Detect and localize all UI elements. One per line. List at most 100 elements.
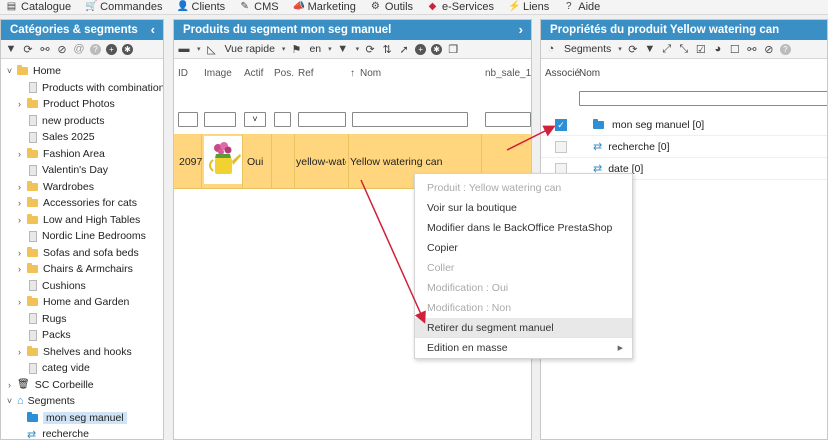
tree-node[interactable]: Nordic Line Bedrooms (15, 228, 146, 244)
tree-node[interactable]: ˅ ⌂ Segments (5, 393, 75, 409)
col-image[interactable]: Image (204, 68, 232, 79)
unlink-icon[interactable]: ⊘ (56, 43, 68, 56)
tree-node[interactable]: mon seg manuel (15, 410, 127, 426)
menu-item[interactable]: 🛒 Commandes (85, 1, 162, 13)
collapse-arrow-icon[interactable]: ‹ (151, 22, 155, 37)
tree-toggle-icon[interactable]: ˅ (5, 66, 14, 76)
at-icon[interactable]: @ (73, 43, 85, 56)
chevron-down-icon[interactable]: ▾ (197, 45, 201, 53)
settings-round-icon[interactable]: ✱ (122, 43, 133, 55)
col-nom[interactable]: Nom (360, 68, 381, 79)
pie-chart-icon[interactable]: ◔ (545, 43, 557, 56)
menu-item[interactable]: ◆ e-Services (427, 1, 494, 13)
filter-actif-select[interactable]: ˅ (244, 112, 266, 127)
cursor-icon[interactable]: ➚ (398, 43, 410, 56)
tree-toggle-icon[interactable]: › (15, 297, 24, 307)
filter-icon[interactable]: ▼ (337, 43, 349, 56)
ruler-icon[interactable]: ◺ (206, 43, 218, 56)
chevron-down-icon[interactable]: ▾ (618, 45, 622, 53)
context-menu-item[interactable]: Retirer du segment manuel (415, 318, 632, 337)
link-icon[interactable]: ⚯ (746, 43, 758, 56)
help-icon[interactable]: ? (779, 43, 791, 55)
chevron-down-icon[interactable]: ▾ (282, 45, 286, 53)
tree-node[interactable]: ˅ Home (5, 63, 61, 79)
filter-ref-input[interactable] (298, 112, 346, 127)
tree-node[interactable]: › Sofas and sofa beds (15, 245, 139, 261)
tree-node[interactable]: Products with combinations (15, 80, 163, 96)
expand-arrow-icon[interactable]: › (519, 22, 523, 37)
segment-row[interactable]: ⇄ recherche [0] (541, 136, 827, 158)
unchecked-icon[interactable]: ☐ (729, 43, 741, 56)
filter-nom-input[interactable] (352, 112, 468, 127)
tree-node[interactable]: categ vide (15, 360, 90, 376)
tree-toggle-icon[interactable]: › (5, 380, 14, 390)
flag-icon[interactable]: ⚑ (290, 43, 302, 56)
col-pos[interactable]: Pos. (274, 68, 294, 79)
unlink-icon[interactable]: ⊘ (763, 43, 775, 56)
menu-item[interactable]: ▤ Catalogue (6, 1, 71, 13)
menu-item[interactable]: 📣 Marketing (293, 1, 356, 13)
filter-nb-sale-input[interactable] (485, 112, 531, 127)
associate-checkbox[interactable]: ✓ (555, 118, 567, 131)
filter-image-input[interactable] (204, 112, 236, 127)
chevron-down-icon[interactable]: ▾ (356, 45, 360, 53)
tree-node[interactable]: Sales 2025 (15, 129, 95, 145)
cell-actif[interactable]: Oui (247, 156, 263, 168)
tree-node[interactable]: Packs (15, 327, 71, 343)
tree-toggle-icon[interactable]: › (15, 182, 24, 192)
tree-node[interactable]: › Accessories for cats (15, 195, 137, 211)
col-actif[interactable]: Actif (244, 68, 263, 79)
tree-toggle-icon[interactable]: › (15, 215, 24, 225)
add-icon[interactable]: + (106, 43, 117, 55)
sync-icon[interactable]: ⇅ (381, 43, 393, 56)
col-associe[interactable]: Associé (545, 68, 580, 79)
menu-item[interactable]: 👤 Clients (177, 1, 226, 13)
collapse-icon[interactable]: ⤡ (678, 43, 690, 56)
tree-node[interactable]: › Chairs & Armchairs (15, 261, 133, 277)
refresh-icon[interactable]: ⟳ (22, 43, 34, 56)
copy-icon[interactable]: ❐ (447, 43, 459, 56)
add-icon[interactable]: + (415, 43, 427, 55)
tree-node[interactable]: Rugs (15, 311, 67, 327)
expand-icon[interactable]: ⤢ (661, 43, 673, 56)
refresh-icon[interactable]: ⟳ (627, 43, 639, 56)
properties-select[interactable]: Segments (564, 43, 611, 55)
view-select[interactable]: Vue rapide (225, 43, 275, 55)
context-menu-item[interactable]: Modifier dans le BackOffice PrestaShop (415, 218, 632, 237)
tree-toggle-icon[interactable]: › (15, 264, 24, 274)
filter-pos-input[interactable] (274, 112, 291, 127)
refresh-icon[interactable]: ⟳ (364, 43, 376, 56)
tree-node[interactable]: Cushions (15, 278, 86, 294)
select-all-icon[interactable]: ☑ (695, 43, 707, 56)
tree-toggle-icon[interactable]: ˅ (5, 396, 14, 406)
settings-round-icon[interactable]: ✱ (431, 43, 443, 55)
chevron-down-icon[interactable]: ▾ (328, 45, 332, 53)
tree-node[interactable]: new products (15, 113, 104, 129)
help-icon[interactable]: ? (90, 43, 101, 55)
context-menu-item[interactable]: Copier (415, 238, 632, 257)
context-menu-item[interactable]: Edition en masse ▶ (415, 338, 632, 357)
pie-icon[interactable]: ◕ (712, 43, 724, 56)
filter-nom-input[interactable] (579, 91, 827, 106)
tree-node[interactable]: › Product Photos (15, 96, 115, 112)
col-id[interactable]: ID (178, 68, 188, 79)
col-nb-sale[interactable]: nb_sale_1_ (485, 68, 531, 79)
segment-row[interactable]: ✓ mon seg manuel [0] (541, 114, 827, 136)
menu-item[interactable]: ✎ CMS (239, 1, 278, 13)
tree-toggle-icon[interactable]: › (15, 99, 24, 109)
tree-toggle-icon[interactable]: › (15, 198, 24, 208)
context-menu-item[interactable]: Voir sur la boutique (415, 198, 632, 217)
col-nom[interactable]: Nom (579, 68, 600, 79)
tree-node[interactable]: ⇄ recherche (15, 426, 89, 439)
filter-icon[interactable]: ▼ (5, 43, 17, 56)
filter-icon[interactable]: ▼ (644, 43, 656, 56)
tree-node[interactable]: › 🗑 SC Corbeille (5, 377, 94, 393)
menu-item[interactable]: ? Aide (563, 1, 600, 13)
menu-item[interactable]: ⚙ Outils (370, 1, 413, 13)
col-ref[interactable]: Ref (298, 68, 314, 79)
link-icon[interactable]: ⚯ (39, 43, 51, 56)
tree-toggle-icon[interactable]: › (15, 347, 24, 357)
tree-node[interactable]: › Home and Garden (15, 294, 129, 310)
tree-node[interactable]: › Low and High Tables (15, 212, 140, 228)
tree-node[interactable]: Valentin's Day (15, 162, 108, 178)
